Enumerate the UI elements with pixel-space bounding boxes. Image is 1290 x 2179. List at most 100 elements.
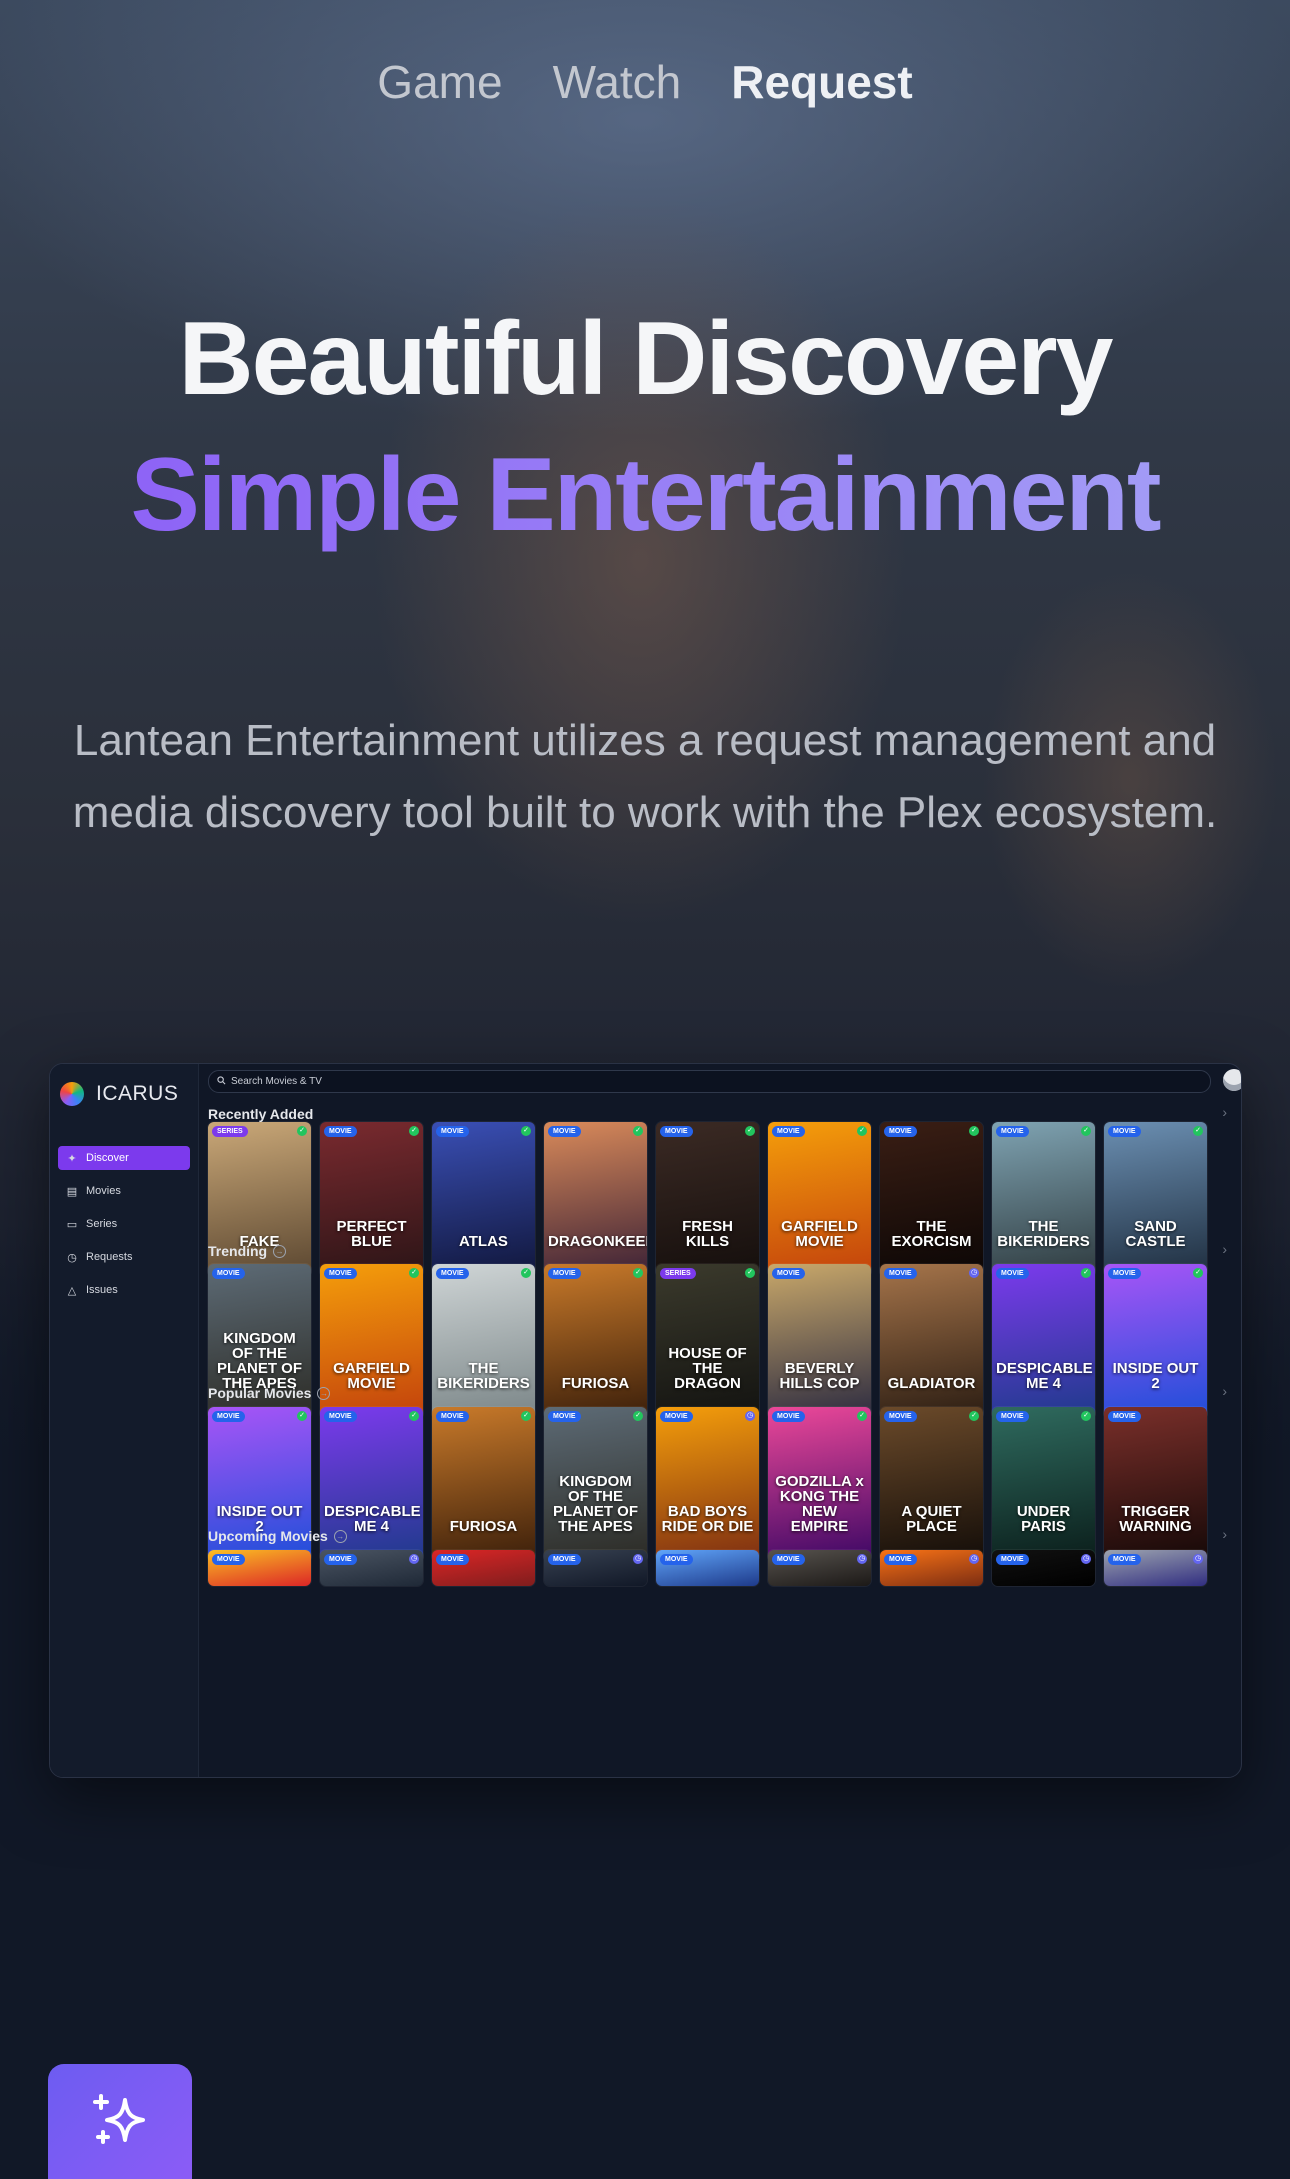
poster-card[interactable]: MOVIE ✓ DRAGONKEEPER <box>544 1122 647 1277</box>
poster-card[interactable]: MOVIE ✓ GODZILLA x KONG THE NEW EMPIRE <box>768 1407 871 1562</box>
media-type-badge: MOVIE <box>660 1411 693 1422</box>
poster-title: TRIGGER WARNING <box>1119 1503 1192 1535</box>
sidebar-item-requests[interactable]: ◷ Requests <box>58 1245 190 1269</box>
media-type-badge: MOVIE <box>548 1411 581 1422</box>
nav-link-watch[interactable]: Watch <box>553 55 682 109</box>
check-icon: ✓ <box>1193 1268 1203 1278</box>
poster-card[interactable]: MOVIE ✓ SAND CASTLE <box>1104 1122 1207 1277</box>
media-type-badge: MOVIE <box>436 1411 469 1422</box>
poster-card[interactable]: SERIES ✓ HOUSE OF THE DRAGON <box>656 1264 759 1419</box>
sidebar-item-label: Discover <box>86 1152 129 1164</box>
poster-title: FURIOSA <box>561 1375 630 1392</box>
poster-card[interactable]: MOVIE ✓ THE EXORCISM <box>880 1122 983 1277</box>
poster-card[interactable]: MOVIE ✓ INSIDE OUT 2 <box>1104 1264 1207 1419</box>
poster-title: THE EXORCISM <box>891 1218 972 1250</box>
poster-card[interactable]: MOVIE ◷ <box>1104 1550 1207 1586</box>
nav-link-request[interactable]: Request <box>731 55 912 109</box>
check-icon: ✓ <box>1081 1268 1091 1278</box>
poster-card[interactable]: MOVIE ◷ <box>768 1550 871 1586</box>
pending-icon: ◷ <box>745 1411 755 1421</box>
sidebar-item-movies[interactable]: ▤ Movies <box>58 1179 190 1203</box>
poster-card[interactable]: MOVIE ✓ FURIOSA <box>544 1264 647 1419</box>
sidebar-item-issues[interactable]: △ Issues <box>58 1278 190 1302</box>
poster-card[interactable]: MOVIE ✓ THE BIKERIDERS <box>992 1122 1095 1277</box>
poster-card[interactable]: MOVIE ✓ UNDER PARIS <box>992 1407 1095 1562</box>
poster-card[interactable]: MOVIE ◷ <box>544 1550 647 1586</box>
film-icon: ▤ <box>66 1185 78 1198</box>
chevron-right-icon[interactable]: › <box>1222 1526 1227 1542</box>
poster-title: ATLAS <box>459 1233 508 1250</box>
nav-link-game[interactable]: Game <box>377 55 502 109</box>
section-title[interactable]: Upcoming Movies → <box>208 1528 347 1544</box>
poster-card[interactable]: MOVIE ◷ GLADIATOR <box>880 1264 983 1419</box>
arrow-circle-icon: → <box>273 1244 287 1258</box>
sidebar-item-discover[interactable]: ✦ Discover <box>58 1146 190 1170</box>
hero-title-line-2: Simple Entertainment <box>0 436 1290 555</box>
media-type-badge: SERIES <box>212 1126 248 1137</box>
chevron-right-icon[interactable]: › <box>1222 1241 1227 1257</box>
media-type-badge: MOVIE <box>548 1554 581 1565</box>
poster-card[interactable]: MOVIE ✓ KINGDOM OF THE PLANET OF THE APES <box>544 1407 647 1562</box>
section-title-text: Trending <box>208 1243 268 1259</box>
poster-card[interactable]: MOVIE ◷ <box>880 1550 983 1586</box>
sidebar: ICARUS ✦ Discover ▤ Movies ▭ Series ◷ Requests △… <box>50 1064 199 1777</box>
arrow-circle-icon: → <box>333 1529 347 1543</box>
section-title-text: Recently Added <box>208 1106 314 1122</box>
media-type-badge: MOVIE <box>660 1554 693 1565</box>
poster-card[interactable]: MOVIE ✓ DESPICABLE ME 4 <box>992 1264 1095 1419</box>
pending-icon: ◷ <box>1081 1554 1091 1564</box>
pending-icon: ◷ <box>1193 1554 1203 1564</box>
search-placeholder: Search Movies & TV <box>231 1076 322 1087</box>
poster-card[interactable]: MOVIE ◷ <box>992 1550 1095 1586</box>
media-type-badge: MOVIE <box>772 1126 805 1137</box>
check-icon: ✓ <box>857 1411 867 1421</box>
media-type-badge: MOVIE <box>884 1268 917 1279</box>
media-type-badge: MOVIE <box>996 1126 1029 1137</box>
poster-title: KINGDOM OF THE PLANET OF THE APES <box>217 1330 302 1392</box>
arrow-circle-icon: → <box>317 1386 331 1400</box>
poster-card[interactable]: MOVIE ✓ FURIOSA <box>432 1407 535 1562</box>
check-icon: ✓ <box>633 1268 643 1278</box>
media-type-badge: MOVIE <box>884 1411 917 1422</box>
poster-card[interactable]: MOVIE BEVERLY HILLS COP <box>768 1264 871 1419</box>
poster-card[interactable]: MOVIE <box>432 1550 535 1586</box>
sidebar-item-label: Requests <box>86 1251 133 1263</box>
check-icon: ✓ <box>745 1268 755 1278</box>
chevron-right-icon[interactable]: › <box>1222 1104 1227 1120</box>
poster-card[interactable]: MOVIE ✓ GARFIELD MOVIE <box>768 1122 871 1277</box>
check-icon: ✓ <box>1081 1411 1091 1421</box>
poster-card[interactable]: MOVIE <box>208 1550 311 1586</box>
pending-icon: ◷ <box>633 1554 643 1564</box>
chevron-right-icon[interactable]: › <box>1222 1383 1227 1399</box>
pending-icon: ◷ <box>857 1554 867 1564</box>
poster-card[interactable]: MOVIE ✓ GARFIELD MOVIE <box>320 1264 423 1419</box>
section-title[interactable]: Trending → <box>208 1243 287 1259</box>
search-input[interactable]: Search Movies & TV <box>208 1070 1211 1093</box>
poster-card[interactable]: MOVIE TRIGGER WARNING <box>1104 1407 1207 1562</box>
poster-card[interactable]: MOVIE ✓ FRESH KILLS <box>656 1122 759 1277</box>
poster-title: FURIOSA <box>449 1518 518 1535</box>
poster-card[interactable]: MOVIE ◷ <box>320 1550 423 1586</box>
sparkles-button[interactable] <box>48 2064 192 2179</box>
poster-title: INSIDE OUT 2 <box>1112 1360 1199 1392</box>
check-icon: ✓ <box>521 1126 531 1136</box>
poster-row: MOVIE ✓ INSIDE OUT 2 MOVIE ✓ DESPICABLE ME 4M… <box>208 1407 1207 1562</box>
poster-card[interactable]: MOVIE ✓ A QUIET PLACE <box>880 1407 983 1562</box>
tv-icon: ▭ <box>66 1218 78 1231</box>
poster-title: GARFIELD MOVIE <box>333 1360 410 1392</box>
poster-row: MOVIE MOVIE ◷ MOVIE MOVIE ◷ MOVIE MOVIE ◷ MOVIE ◷ M… <box>208 1550 1207 1586</box>
section-title[interactable]: Popular Movies → <box>208 1385 331 1401</box>
poster-card[interactable]: MOVIE ✓ ATLAS <box>432 1122 535 1277</box>
sidebar-item-series[interactable]: ▭ Series <box>58 1212 190 1236</box>
poster-card[interactable]: MOVIE ✓ PERFECT BLUE <box>320 1122 423 1277</box>
poster-card[interactable]: MOVIE <box>656 1550 759 1586</box>
section-title[interactable]: Recently Added <box>208 1106 313 1122</box>
poster-title: SAND CASTLE <box>1125 1218 1186 1250</box>
poster-title: KINGDOM OF THE PLANET OF THE APES <box>553 1473 638 1535</box>
poster-title: GLADIATOR <box>887 1375 976 1392</box>
avatar[interactable] <box>1223 1069 1241 1091</box>
poster-title: BAD BOYS RIDE OR DIE <box>661 1503 754 1535</box>
poster-card[interactable]: MOVIE ◷ BAD BOYS RIDE OR DIE <box>656 1407 759 1562</box>
check-icon: ✓ <box>745 1126 755 1136</box>
poster-card[interactable]: MOVIE ✓ THE BIKERIDERS <box>432 1264 535 1419</box>
